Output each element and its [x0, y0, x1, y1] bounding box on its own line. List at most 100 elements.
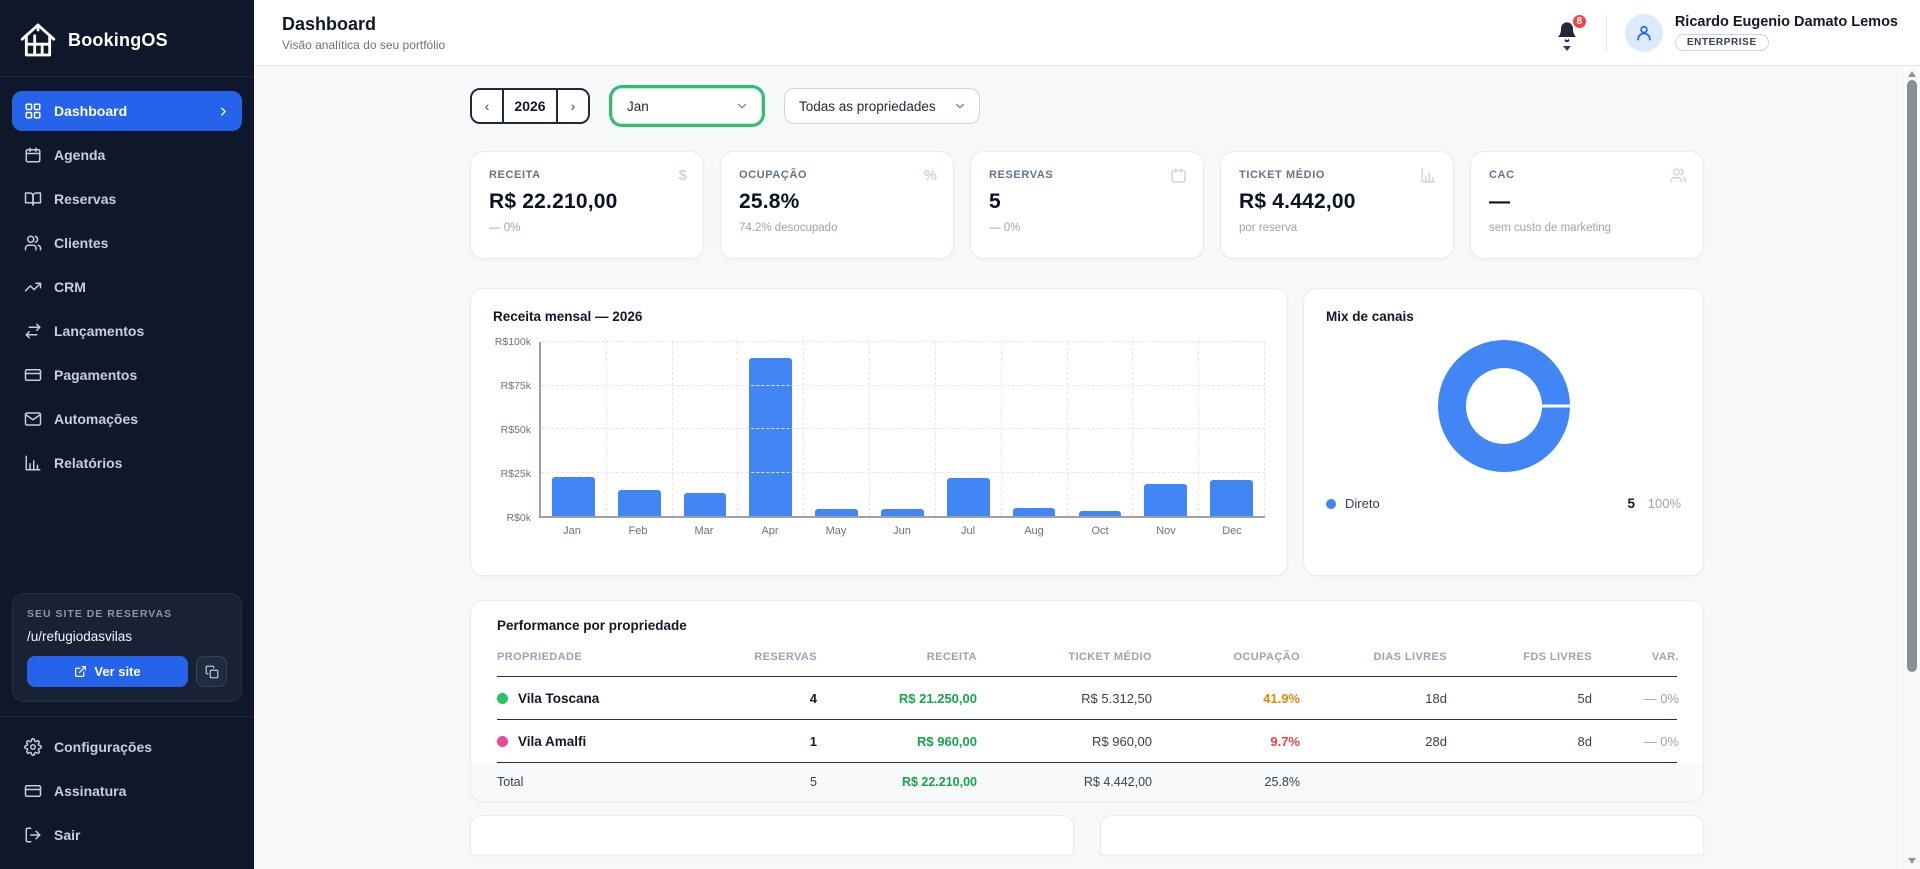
kpi-card-ocupacao: OCUPAÇÃO % 25.8% 74.2% desocupado [720, 151, 954, 259]
kpi-row: RECEITA $ R$ 22.210,00 — 0% OCUPAÇÃO % 2… [470, 151, 1704, 259]
bar-chart-xlabels: JanFebMarAprMayJunJulAugOctNovDec [539, 525, 1265, 537]
brand-name: BookingOS [68, 30, 168, 51]
bar-chart-ylabels: R$0kR$25kR$50kR$75kR$100k [493, 342, 539, 518]
bar-aug[interactable] [1013, 508, 1056, 516]
x-axis-label: Nov [1133, 525, 1199, 537]
bar-mar[interactable] [684, 493, 727, 516]
x-axis-label: Dec [1199, 525, 1265, 537]
legend-dot [1326, 499, 1336, 509]
bar-jun[interactable] [881, 509, 924, 516]
bar-slot [1068, 342, 1134, 516]
bar-jan[interactable] [552, 477, 595, 516]
table-row[interactable]: Vila Toscana 4 R$ 21.250,00 R$ 5.312,50 … [497, 677, 1677, 720]
calendar-icon [1170, 167, 1187, 188]
bar-slot [936, 342, 1002, 516]
sidebar: BookingOS Dashboard Agenda Reservas Clie… [0, 0, 254, 869]
sidebar-item-configuracoes[interactable]: Configurações [12, 727, 242, 767]
sidebar-item-clientes[interactable]: Clientes [12, 223, 242, 263]
bar-slot [1133, 342, 1199, 516]
booking-site-card: SEU SITE DE RESERVAS /u/refugiodasvilas … [12, 593, 242, 702]
bar-slot [673, 342, 739, 516]
month-select[interactable]: Jan [612, 88, 762, 124]
calendar-icon [24, 146, 42, 164]
table-row[interactable]: Vila Amalfi 1 R$ 960,00 R$ 960,00 9.7% 2… [497, 720, 1677, 763]
x-axis-label: Jul [935, 525, 1001, 537]
bar-slot [541, 342, 607, 516]
bar-jul[interactable] [947, 478, 990, 516]
dollar-icon: $ [679, 167, 687, 184]
bar-may[interactable] [815, 509, 858, 516]
sidebar-item-sair[interactable]: Sair [12, 815, 242, 855]
scroll-up-arrow[interactable] [1908, 71, 1916, 77]
gridline [541, 341, 1265, 342]
copy-url-button[interactable] [196, 656, 227, 687]
credit-card-icon [24, 366, 42, 384]
mail-icon [24, 410, 42, 428]
house-logo-icon [18, 20, 58, 60]
gridline [541, 428, 1265, 429]
bar-slot [738, 342, 804, 516]
legend-label: Direto [1345, 496, 1380, 511]
legend-percent: 100% [1635, 496, 1681, 511]
chart-title: Receita mensal — 2026 [493, 309, 1265, 324]
bar-slot [1199, 342, 1265, 516]
channel-mix-card: Mix de canais Direto 5 100% [1303, 288, 1704, 576]
property-select[interactable]: Todas as propriedades [784, 88, 980, 124]
app-root: BookingOS Dashboard Agenda Reservas Clie… [0, 0, 1920, 869]
sidebar-item-assinatura[interactable]: Assinatura [12, 771, 242, 811]
sidebar-item-automacoes[interactable]: Automações [12, 399, 242, 439]
plan-badge: ENTERPRISE [1675, 34, 1769, 51]
gear-icon [24, 738, 42, 756]
avatar[interactable] [1625, 14, 1663, 52]
logout-icon [24, 826, 42, 844]
x-axis-label: Oct [1067, 525, 1133, 537]
bar-nov[interactable] [1144, 484, 1187, 516]
donut-segment-gap [1540, 405, 1570, 408]
notifications-button[interactable]: 8 [1554, 18, 1584, 48]
users-icon [24, 234, 42, 252]
property-status-dot [497, 693, 508, 704]
property-performance-card: Performance por propriedade PROPRIEDADE … [470, 600, 1704, 802]
x-axis-label: Mar [671, 525, 737, 537]
sidebar-item-agenda[interactable]: Agenda [12, 135, 242, 175]
bar-feb[interactable] [618, 490, 661, 516]
dashboard-icon [24, 102, 42, 120]
page-subtitle: Visão analítica do seu portfólio [282, 38, 445, 52]
sidebar-item-pagamentos[interactable]: Pagamentos [12, 355, 242, 395]
below-fold-cards [470, 815, 1704, 855]
credit-card-icon [24, 782, 42, 800]
bar-slot [1002, 342, 1068, 516]
trending-up-icon [24, 278, 42, 296]
x-axis-label: May [803, 525, 869, 537]
bar-dec[interactable] [1210, 480, 1253, 516]
sidebar-item-reservas[interactable]: Reservas [12, 179, 242, 219]
below-fold-card [470, 815, 1074, 855]
top-header: Dashboard Visão analítica do seu portfól… [254, 0, 1920, 66]
sidebar-item-crm[interactable]: CRM [12, 267, 242, 307]
scrollbar-thumb[interactable] [1907, 80, 1917, 672]
scroll-down-arrow[interactable] [1908, 858, 1916, 864]
notification-badge: 8 [1571, 13, 1588, 30]
bar-slot [804, 342, 870, 516]
bar-chart-icon [24, 454, 42, 472]
main-area: Dashboard Visão analítica do seu portfól… [254, 0, 1920, 869]
sidebar-bottom-divider [0, 716, 254, 717]
book-open-icon [24, 190, 42, 208]
percent-icon: % [924, 167, 937, 184]
table-title: Performance por propriedade [497, 618, 1677, 633]
ver-site-button[interactable]: Ver site [27, 656, 188, 687]
sidebar-item-lancamentos[interactable]: Lançamentos [12, 311, 242, 351]
vertical-scrollbar[interactable] [1902, 66, 1920, 869]
sidebar-item-dashboard[interactable]: Dashboard [12, 91, 242, 131]
prev-year-button[interactable]: ‹ [472, 90, 502, 122]
legend-count: 5 [1627, 496, 1635, 511]
bar-chart: R$0kR$25kR$50kR$75kR$100k JanFebMarAprMa… [493, 342, 1265, 537]
sidebar-item-relatorios[interactable]: Relatórios [12, 443, 242, 483]
next-year-button[interactable]: › [558, 90, 588, 122]
below-fold-card [1100, 815, 1704, 855]
bar-apr[interactable] [749, 358, 792, 516]
bar-oct[interactable] [1079, 511, 1122, 516]
y-axis-tick-label: R$0k [506, 512, 531, 524]
external-link-icon [74, 665, 87, 678]
sidebar-divider [0, 76, 254, 77]
